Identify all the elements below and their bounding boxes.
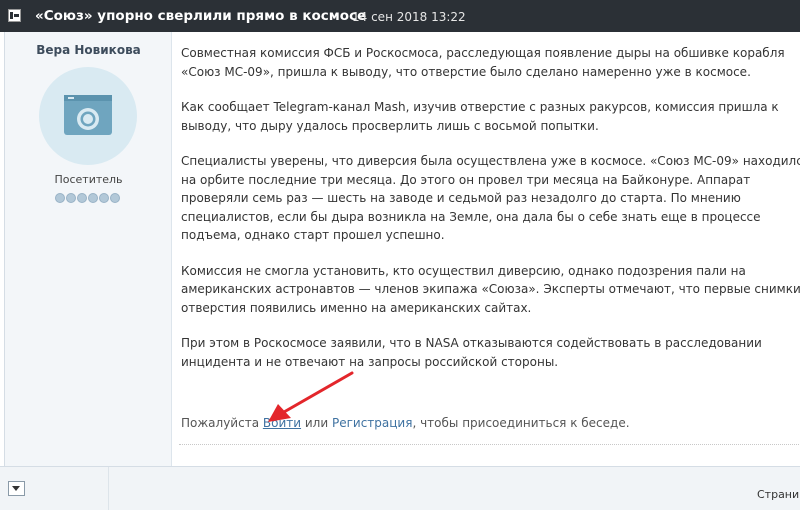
author-name[interactable]: Вера Новикова — [5, 43, 172, 57]
login-suffix: , чтобы присоединиться к беседе. — [412, 416, 630, 430]
login-middle: или — [304, 416, 329, 430]
author-sidebar: Вера Новикова Посетитель — [5, 32, 172, 476]
post-line: американских астронавтов — членов экипаж… — [181, 282, 800, 296]
post-paragraph: При этом в Роскосмосе заявили, что в NAS… — [181, 334, 800, 371]
post-body: Совместная комиссия ФСБ и Роскосмоса, ра… — [181, 44, 800, 388]
post-line: Как сообщает Telegram-канал Mash, изучив… — [181, 100, 779, 114]
rating-dot — [110, 193, 120, 203]
rating-dot — [55, 193, 65, 203]
post-line: Специалисты уверены, что диверсия была о… — [181, 154, 800, 168]
rating-dot — [66, 193, 76, 203]
post-line: на орбите последние три месяца. До этого… — [181, 172, 751, 187]
login-prompt: Пожалуйста Войти или Регистрация, чтобы … — [181, 416, 630, 430]
pages-label: Страниц — [757, 488, 800, 501]
post-line: При этом в Роскосмосе заявили, что в NAS… — [181, 336, 762, 350]
post-line: Совместная комиссия ФСБ и Роскосмоса, ра… — [181, 46, 785, 60]
footer-divider — [108, 467, 109, 510]
post-frame: Вера Новикова Посетитель Совместная коми… — [4, 32, 800, 476]
post-paragraph: Специалисты уверены, что диверсия была о… — [181, 152, 800, 245]
post-date: 14 сен 2018 13:22 — [352, 10, 466, 24]
register-link[interactable]: Регистрация — [332, 416, 412, 430]
collapse-toggle-button[interactable] — [8, 481, 25, 496]
post-title[interactable]: «Союз» упорно сверлили прямо в космосе — [35, 8, 366, 24]
post-paragraph: Совместная комиссия ФСБ и Роскосмоса, ра… — [181, 44, 800, 81]
post-title-bar: «Союз» упорно сверлили прямо в космосе 1… — [0, 0, 800, 32]
chevron-down-icon — [12, 486, 20, 491]
rating-dot — [99, 193, 109, 203]
login-prefix: Пожалуйста — [181, 416, 260, 430]
rating-dot — [88, 193, 98, 203]
login-link[interactable]: Войти — [263, 416, 301, 430]
page-footer: Страниц — [0, 466, 800, 510]
post-line: инцидента и не отвечают на запросы росси… — [181, 354, 559, 369]
author-rating — [55, 193, 120, 203]
post-line: отверстия появились именно на американск… — [181, 300, 532, 315]
rating-dot — [77, 193, 87, 203]
camera-icon — [64, 95, 112, 135]
post-line: подъема, однако старт прошел успешно. — [181, 228, 445, 242]
post-line: «Союз МС-09», пришла к выводу, что отвер… — [181, 64, 751, 79]
post-bullet-icon — [8, 9, 21, 22]
post-paragraph: Как сообщает Telegram-канал Mash, изучив… — [181, 98, 800, 135]
post-paragraph: Комиссия не смогла установить, кто осуще… — [181, 262, 800, 318]
post-line: Комиссия не смогла установить, кто осуще… — [181, 263, 746, 278]
post-line: проверяли семь раз — шесть на заводе и с… — [181, 191, 741, 205]
post-line: выводу, что дыру удалось просверлить лиш… — [181, 118, 599, 133]
divider — [179, 444, 800, 445]
author-role: Посетитель — [54, 173, 123, 186]
avatar[interactable] — [39, 67, 137, 165]
post-line: специалистов, если бы дыра возникла на З… — [181, 209, 761, 224]
